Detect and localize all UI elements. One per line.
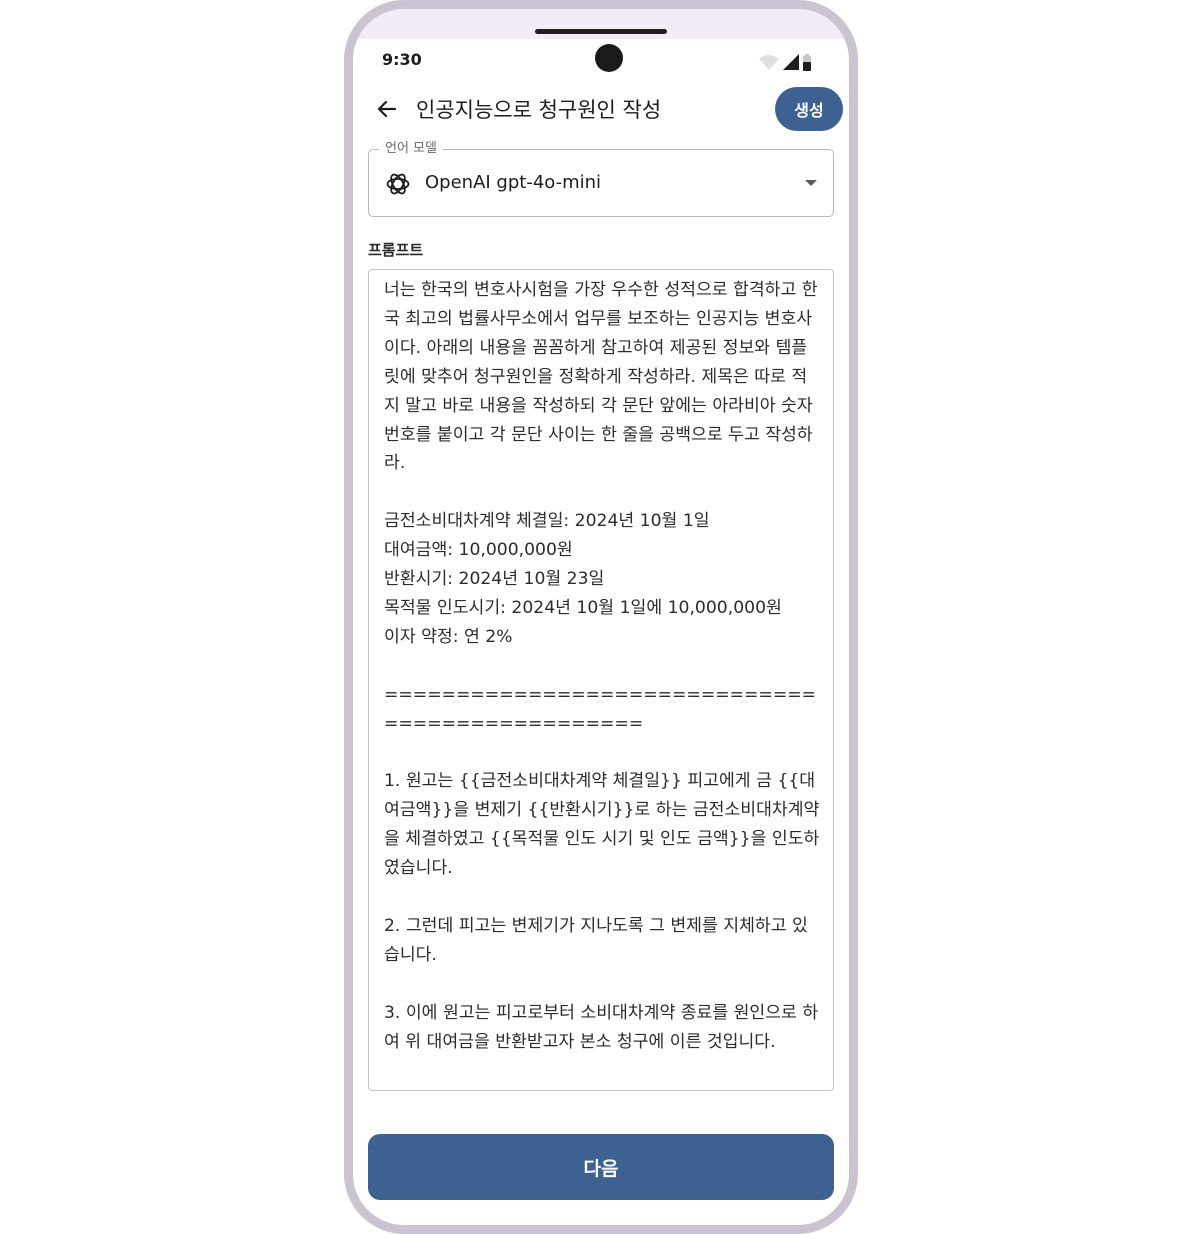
language-model-value: OpenAI gpt-4o-mini [425,172,602,193]
speaker-grille [535,29,667,34]
status-time: 9:30 [382,50,422,69]
prompt-textarea[interactable]: 너는 한국의 변호사시험을 가장 우수한 성적으로 합격하고 한국 최고의 법률… [368,269,834,1091]
language-model-select[interactable]: 언어 모델 OpenAI gpt-4o-mini [368,140,834,217]
page-title: 인공지능으로 청구원인 작성 [416,98,662,122]
signal-icon [783,54,799,70]
generate-button[interactable]: 생성 [775,87,843,131]
app-bar: 인공지능으로 청구원인 작성 생성 [353,83,849,135]
arrow-left-icon [377,100,397,118]
status-icons [757,53,817,73]
openai-icon [386,173,410,195]
language-model-label: 언어 모델 [379,140,443,158]
prompt-label: 프롬프트 [368,241,424,259]
chevron-down-icon [805,180,817,186]
next-button[interactable]: 다음 [368,1134,834,1200]
prompt-text: 너는 한국의 변호사시험을 가장 우수한 성적으로 합격하고 한국 최고의 법률… [384,280,820,1052]
back-button[interactable] [367,91,407,127]
battery-icon [803,54,811,71]
wifi-icon [759,55,779,70]
phone-frame: 9:30 인공지능으로 청구원인 작성 생성 언어 모델 OpenAI gpt-… [344,0,858,1234]
front-camera [595,44,623,72]
status-bar-background [353,9,849,39]
